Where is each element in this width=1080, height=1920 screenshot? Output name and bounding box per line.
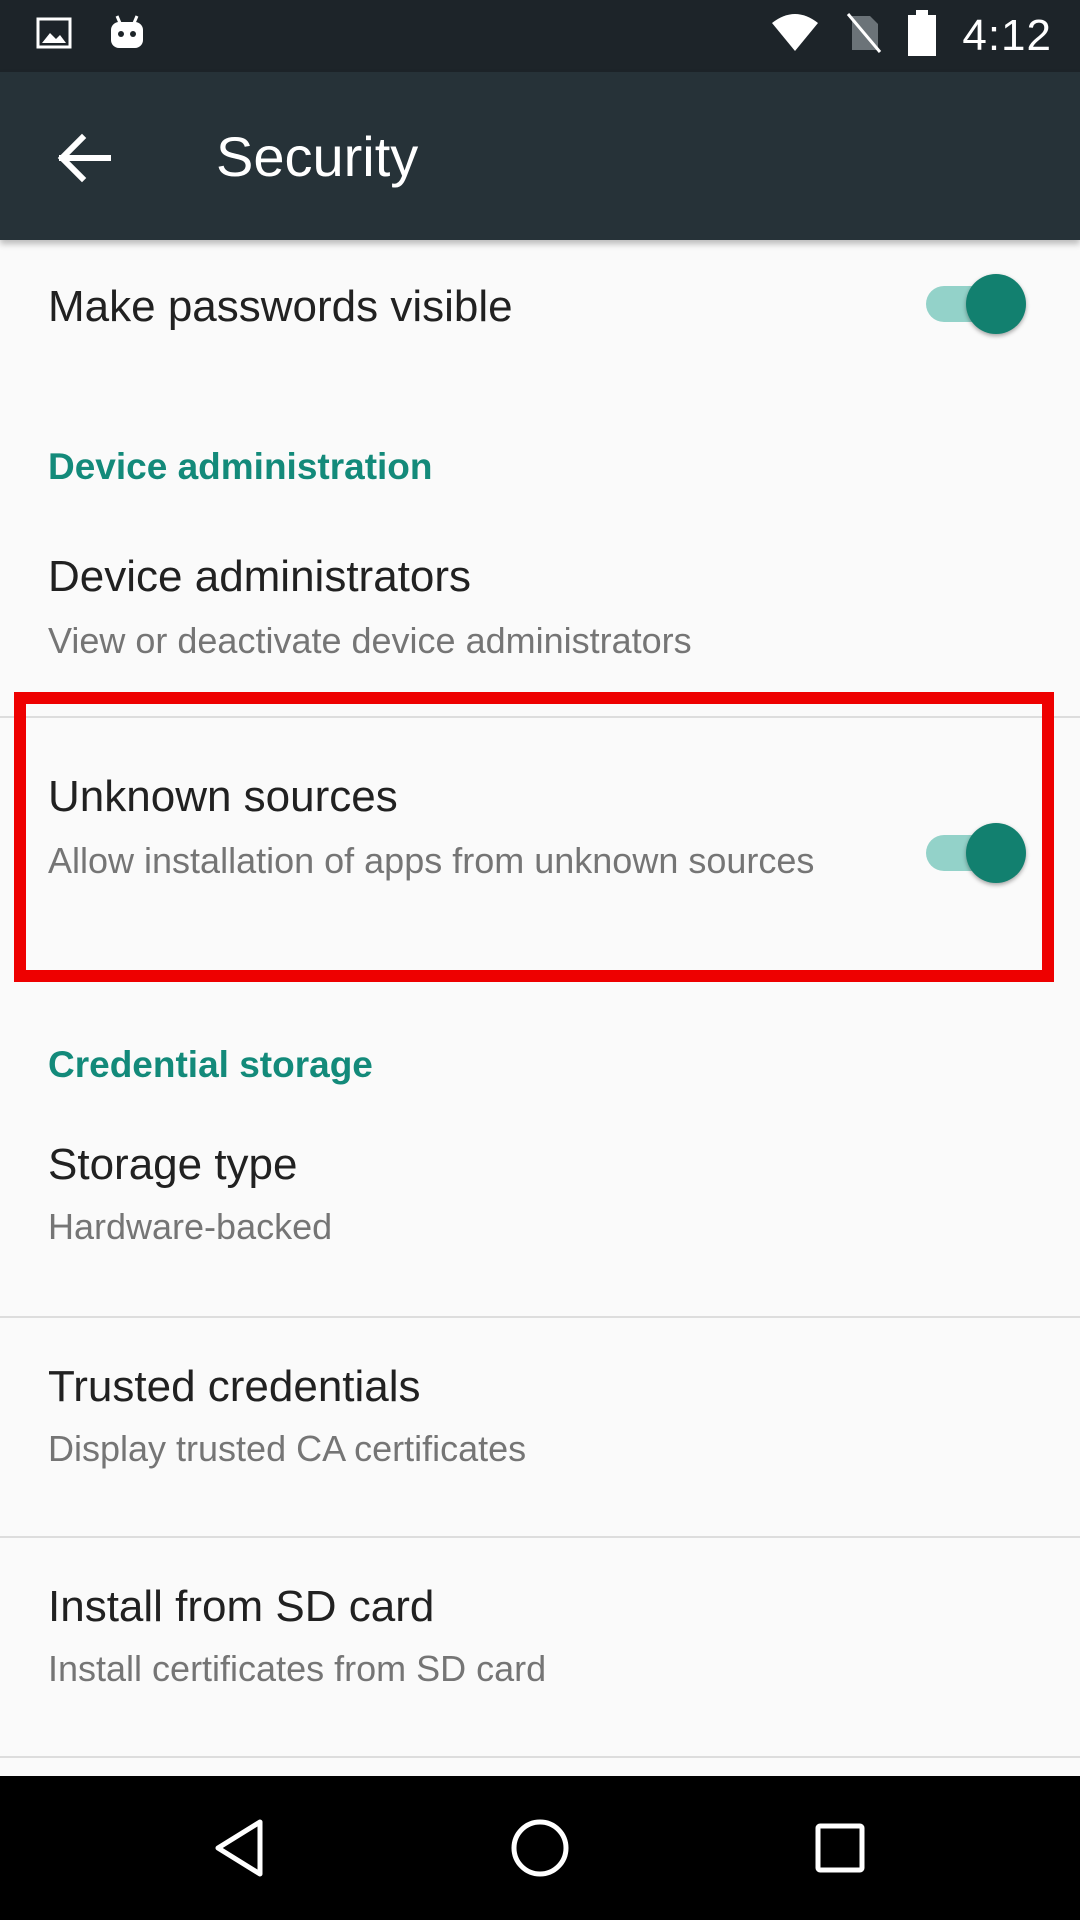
unknown-sources-summary: Allow installation of apps from unknown … [48,840,815,881]
device-administration-header: Device administration [48,446,433,487]
page-title: Security [216,125,419,188]
storage-type-row[interactable]: Storage type Hardware-backed [0,1140,1080,1316]
device-administrators-summary: View or deactivate device administrators [48,620,692,661]
unknown-sources-title: Unknown sources [48,772,398,821]
storage-type-summary: Hardware-backed [48,1206,333,1247]
switch-thumb [966,274,1026,334]
battery-icon [908,10,937,61]
trusted-credentials-row[interactable]: Trusted credentials Display trusted CA c… [0,1318,1080,1538]
back-triangle-icon [204,1819,276,1888]
clock: 4:12 [962,10,1052,60]
trusted-credentials-summary: Display trusted CA certificates [48,1428,527,1469]
install-from-sd-title: Install from SD card [48,1582,435,1631]
settings-list: Make passwords visible Device administra… [0,240,1080,1776]
device-administrators-row[interactable]: Device administrators View or deactivate… [0,540,1080,720]
divider [0,1756,1080,1758]
recents-square-icon [804,1823,876,1888]
make-passwords-visible-title: Make passwords visible [48,282,513,331]
notification-icons [36,14,146,57]
unknown-sources-row[interactable]: Unknown sources Allow installation of ap… [0,718,1080,978]
no-sim-icon [846,12,882,59]
status-bar: 4:12 [0,0,1080,72]
install-from-sd-row[interactable]: Install from SD card Install certificate… [0,1538,1080,1758]
android-notification-icon [108,14,146,57]
trusted-credentials-title: Trusted credentials [48,1362,421,1411]
image-notification-icon [36,15,72,56]
install-from-sd-summary: Install certificates from SD card [48,1648,547,1689]
wifi-icon [770,13,820,58]
navigation-bar [0,1776,1080,1920]
system-icons: 4:12 [770,10,1052,61]
nav-home-button[interactable] [504,1812,576,1884]
make-passwords-visible-switch[interactable] [926,268,1026,338]
unknown-sources-switch[interactable] [926,817,1026,887]
storage-type-title: Storage type [48,1140,298,1189]
switch-thumb [966,823,1026,883]
credential-storage-header: Credential storage [48,1044,373,1085]
home-circle-icon [504,1819,576,1888]
arrow-back-icon [52,133,124,198]
make-passwords-visible-row[interactable]: Make passwords visible [0,240,1080,390]
nav-back-button[interactable] [204,1812,276,1884]
device-administrators-title: Device administrators [48,552,472,601]
back-button[interactable] [52,122,124,194]
nav-recents-button[interactable] [804,1812,876,1884]
app-bar: Security [0,72,1080,240]
